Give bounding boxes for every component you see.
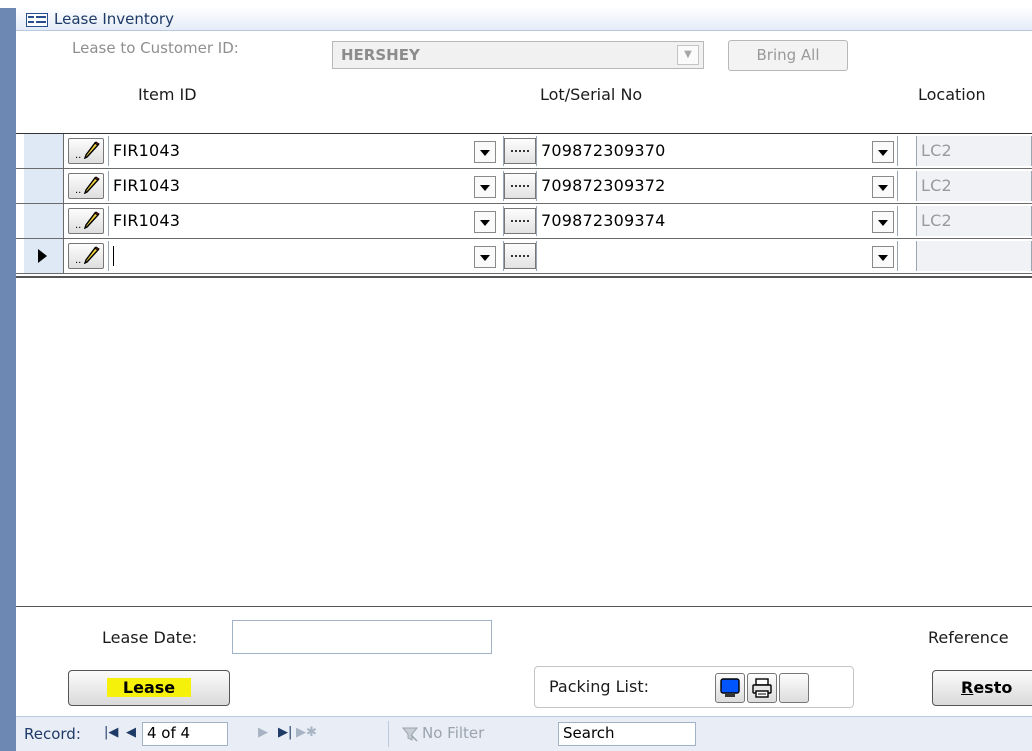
- packing-list-option-button[interactable]: [779, 673, 809, 703]
- filter-icon: [401, 726, 419, 746]
- record-selector[interactable]: [24, 134, 64, 168]
- ellipsis-icon: ..: [75, 185, 82, 196]
- top-strip: [0, 0, 1032, 8]
- record-label: Record:: [24, 725, 81, 743]
- lease-grid: .. FIR1043 709872309370 LC2 .. FIR1043 7…: [16, 133, 1032, 278]
- item-id-dropdown[interactable]: [474, 211, 496, 233]
- record-selector[interactable]: [24, 239, 64, 273]
- ellipsis-icon: ..: [75, 220, 82, 231]
- ellipsis-icon: ..: [75, 255, 82, 266]
- lease-button-label: Lease: [106, 678, 192, 697]
- text-cursor: [113, 246, 114, 266]
- ellipsis-icon: ..: [75, 150, 82, 161]
- customer-id-combo[interactable]: HERSHEY ▼: [332, 41, 704, 69]
- item-id-dropdown[interactable]: [474, 246, 496, 268]
- location-field: LC2: [916, 136, 1032, 166]
- edit-row-button[interactable]: ..: [68, 243, 104, 269]
- search-input[interactable]: Search: [558, 722, 696, 746]
- current-record-field[interactable]: 4 of 4: [142, 722, 228, 746]
- next-record-icon[interactable]: ▶: [258, 725, 268, 740]
- form-icon: [26, 12, 48, 27]
- form-title: Lease Inventory: [54, 10, 174, 28]
- record-selector[interactable]: [24, 204, 64, 238]
- item-lookup-button[interactable]: [504, 243, 536, 269]
- new-record-icon[interactable]: ▶✱: [296, 725, 317, 740]
- lease-inventory-form: Lease Inventory Lease to Customer ID: HE…: [16, 8, 1032, 751]
- table-row: .. FIR1043 709872309370 LC2: [16, 134, 1032, 169]
- edit-row-button[interactable]: ..: [68, 208, 104, 234]
- item-id-field[interactable]: [108, 241, 504, 271]
- packing-list-group: Packing List:: [534, 666, 854, 708]
- nav-separator: [388, 721, 389, 747]
- form-title-bar: Lease Inventory: [16, 8, 1032, 31]
- restore-button[interactable]: Resto: [932, 670, 1032, 706]
- packing-list-label: Packing List:: [549, 677, 649, 696]
- lot-serial-dropdown[interactable]: [872, 211, 894, 233]
- lot-serial-field[interactable]: [536, 241, 898, 271]
- lot-serial-dropdown[interactable]: [872, 176, 894, 198]
- no-filter-button[interactable]: No Filter: [422, 724, 484, 742]
- chevron-down-icon[interactable]: ▼: [677, 45, 699, 65]
- edit-row-button[interactable]: ..: [68, 173, 104, 199]
- lease-date-label: Lease Date:: [102, 628, 198, 647]
- item-lookup-button[interactable]: [504, 138, 536, 164]
- item-id-dropdown[interactable]: [474, 176, 496, 198]
- customer-id-label: Lease to Customer ID:: [72, 39, 239, 57]
- location-field: LC2: [916, 171, 1032, 201]
- item-id-field[interactable]: FIR1043: [108, 136, 504, 166]
- previous-record-icon[interactable]: ◀: [126, 725, 136, 740]
- navigation-pane-edge: [0, 8, 16, 751]
- table-row: .. FIR1043 709872309374 LC2: [16, 204, 1032, 239]
- packing-list-preview-button[interactable]: [715, 673, 745, 703]
- screen-icon: [720, 678, 740, 697]
- item-lookup-button[interactable]: [504, 173, 536, 199]
- pencil-icon: [83, 176, 100, 194]
- item-lookup-button[interactable]: [504, 208, 536, 234]
- column-header-location: Location: [918, 85, 986, 104]
- customer-id-value: HERSHEY: [341, 46, 420, 64]
- table-row: ..: [16, 239, 1032, 274]
- column-header-lot-serial: Lot/Serial No: [540, 85, 643, 104]
- lot-serial-dropdown[interactable]: [872, 246, 894, 268]
- location-field: [916, 241, 1032, 271]
- table-row: .. FIR1043 709872309372 LC2: [16, 169, 1032, 204]
- pencil-icon: [83, 141, 100, 159]
- item-id-field[interactable]: FIR1043: [108, 171, 504, 201]
- record-selector[interactable]: [24, 169, 64, 203]
- packing-list-print-button[interactable]: [747, 673, 777, 703]
- lease-date-field[interactable]: [232, 620, 492, 654]
- pencil-icon: [83, 246, 100, 264]
- lot-serial-field[interactable]: 709872309372: [536, 171, 898, 201]
- first-record-icon[interactable]: |◀: [104, 725, 118, 740]
- footer-divider: [16, 606, 1032, 607]
- lot-serial-field[interactable]: 709872309374: [536, 206, 898, 236]
- item-id-dropdown[interactable]: [474, 141, 496, 163]
- lease-button[interactable]: Lease: [68, 670, 230, 706]
- pencil-icon: [83, 211, 100, 229]
- lot-serial-field[interactable]: 709872309370: [536, 136, 898, 166]
- lot-serial-dropdown[interactable]: [872, 141, 894, 163]
- current-record-icon: [38, 249, 47, 263]
- last-record-icon[interactable]: ▶|: [278, 725, 292, 740]
- bring-all-button[interactable]: Bring All: [728, 40, 848, 71]
- reference-label: Reference: [928, 628, 1009, 647]
- edit-row-button[interactable]: ..: [68, 138, 104, 164]
- record-navigation-bar: Record: |◀ ◀ 4 of 4 ▶ ▶| ▶✱ No Filter Se…: [16, 716, 1032, 751]
- printer-icon: [752, 678, 772, 698]
- item-id-field[interactable]: FIR1043: [108, 206, 504, 236]
- location-field: LC2: [916, 206, 1032, 236]
- column-header-item-id: Item ID: [138, 85, 197, 104]
